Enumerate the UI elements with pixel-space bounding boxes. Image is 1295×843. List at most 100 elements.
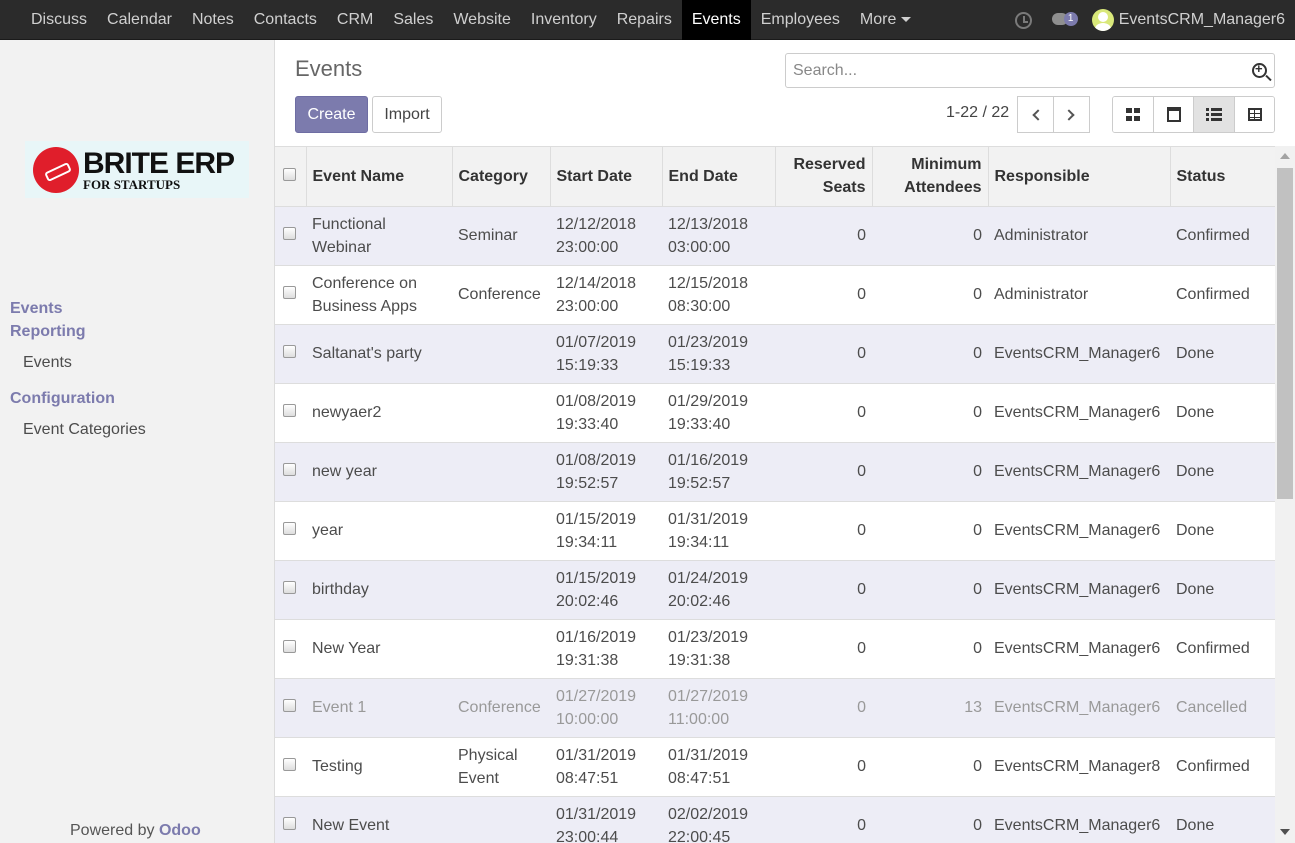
end-date-cell: 01/31/2019 08:47:51 [662,737,775,797]
row-checkbox[interactable] [283,286,296,299]
sidebar-item-reporting-events[interactable]: Events [23,354,72,372]
create-button[interactable]: Create [295,96,368,133]
column-header-status[interactable]: Status [1170,147,1275,207]
row-checkbox[interactable] [283,581,296,594]
minimum-attendees-cell: 0 [872,206,988,266]
table-row[interactable]: new year 01/08/2019 19:52:57 01/16/2019 19… [275,442,1275,502]
scroll-up-arrow-icon[interactable] [1280,153,1290,159]
event-name-cell: Conference on Business Apps [306,265,452,325]
column-header-category[interactable]: Category [452,147,551,207]
scrollbar-thumb[interactable] [1277,168,1293,499]
table-row[interactable]: Functional Webinar Seminar 12/12/2018 23:0… [275,206,1275,266]
search-box [785,53,1275,88]
nav-item-more[interactable]: More [850,0,921,40]
table-row[interactable]: New Year 01/16/2019 19:31:38 01/23/2019 19… [275,619,1275,679]
nav-item-sales[interactable]: Sales [383,0,443,40]
row-checkbox[interactable] [283,699,296,712]
table-row[interactable]: birthday 01/15/2019 20:02:46 01/24/2019 20… [275,560,1275,620]
row-checkbox[interactable] [283,345,296,358]
row-checkbox[interactable] [283,522,296,535]
row-select-cell [275,324,306,384]
pager-next-button[interactable] [1053,96,1090,133]
event-name-cell: birthday [306,560,452,620]
table-row[interactable]: New Event 01/31/2019 23:00:44 02/02/2019 2… [275,796,1275,843]
column-header-minimum-attendees[interactable]: Minimum Attendees [872,147,989,207]
row-checkbox[interactable] [283,817,296,830]
reserved-seats-cell: 0 [775,442,872,502]
category-cell [452,324,550,384]
table-header-row: Event Name Category Start Date End Date … [275,147,1275,207]
pager-value[interactable]: 1-22 / 22 [946,104,1009,122]
responsible-cell: EventsCRM_Manager6 [988,796,1170,843]
nav-item-repairs[interactable]: Repairs [607,0,682,40]
row-select-cell [275,796,306,843]
activity-clock-icon[interactable] [1005,0,1042,40]
row-checkbox[interactable] [283,404,296,417]
nav-item-calendar[interactable]: Calendar [97,0,182,40]
search-icon[interactable] [1252,61,1267,78]
user-name: EventsCRM_Manager6 [1118,11,1285,28]
responsible-cell: EventsCRM_Manager6 [988,324,1170,384]
nav-item-website[interactable]: Website [443,0,521,40]
sidebar-section-configuration[interactable]: Configuration [10,390,115,408]
view-switcher [1112,96,1275,133]
pivot-view-button[interactable] [1234,97,1274,132]
nav-item-crm[interactable]: CRM [327,0,383,40]
row-checkbox[interactable] [283,758,296,771]
user-menu[interactable]: EventsCRM_Manager6 [1088,0,1295,40]
nav-item-notes[interactable]: Notes [182,0,244,40]
vertical-scrollbar[interactable] [1275,146,1295,843]
column-header-end-date[interactable]: End Date [662,147,776,207]
row-checkbox[interactable] [283,640,296,653]
status-cell: Done [1170,324,1275,384]
reserved-seats-cell: 0 [775,265,872,325]
nav-item-contacts[interactable]: Contacts [244,0,327,40]
column-header-start-date[interactable]: Start Date [550,147,663,207]
scroll-down-arrow-icon[interactable] [1280,829,1290,835]
table-row[interactable]: newyaer2 01/08/2019 19:33:40 01/29/2019 19… [275,383,1275,443]
category-cell [452,619,550,679]
list-view-button[interactable] [1194,97,1235,132]
table-row[interactable]: Testing Physical Event 01/31/2019 08:47:51… [275,737,1275,797]
end-date-cell: 12/15/2018 08:30:00 [662,265,775,325]
sidebar-section-events[interactable]: Events [10,300,62,318]
status-cell: Done [1170,501,1275,561]
import-button[interactable]: Import [372,96,442,133]
nav-item-inventory[interactable]: Inventory [521,0,607,40]
table-row[interactable]: Conference on Business Apps Conference 12/… [275,265,1275,325]
calendar-icon [1166,107,1181,122]
start-date-cell: 01/15/2019 19:34:11 [550,501,662,561]
sidebar: BRITE ERP FOR STARTUPS Events Reporting … [0,40,275,843]
messaging-chat-icon[interactable]: 1 [1042,0,1088,40]
minimum-attendees-cell: 0 [872,737,988,797]
responsible-cell: EventsCRM_Manager6 [988,678,1170,738]
category-cell [452,442,550,502]
start-date-cell: 12/14/2018 23:00:00 [550,265,662,325]
pivot-table-icon [1247,108,1262,121]
search-input[interactable] [786,54,1226,87]
select-all-checkbox[interactable] [283,167,296,181]
powered-by: Powered by Odoo [70,822,201,840]
column-header-reserved-seats[interactable]: Reserved Seats [775,147,873,207]
pager-previous-button[interactable] [1017,96,1054,133]
row-checkbox[interactable] [283,463,296,476]
calendar-view-button[interactable] [1153,97,1194,132]
kanban-view-button[interactable] [1113,97,1154,132]
row-select-cell [275,619,306,679]
start-date-cell: 01/16/2019 19:31:38 [550,619,662,679]
odoo-link[interactable]: Odoo [159,822,201,839]
nav-item-discuss[interactable]: Discuss [21,0,97,40]
table-row[interactable]: Saltanat's party 01/07/2019 15:19:33 01/23… [275,324,1275,384]
responsible-cell: Administrator [988,265,1170,325]
sidebar-section-reporting[interactable]: Reporting [10,323,86,341]
sidebar-item-event-categories[interactable]: Event Categories [23,421,146,439]
row-checkbox[interactable] [283,227,296,240]
start-date-cell: 01/08/2019 19:33:40 [550,383,662,443]
column-header-event-name[interactable]: Event Name [306,147,453,207]
minimum-attendees-cell: 0 [872,383,988,443]
column-header-responsible[interactable]: Responsible [988,147,1171,207]
nav-item-events[interactable]: Events [681,0,751,40]
nav-item-employees[interactable]: Employees [751,0,850,40]
table-row[interactable]: year 01/15/2019 19:34:11 01/31/2019 19:34:… [275,501,1275,561]
table-row[interactable]: Event 1 Conference 01/27/2019 10:00:00 01/2… [275,678,1275,738]
